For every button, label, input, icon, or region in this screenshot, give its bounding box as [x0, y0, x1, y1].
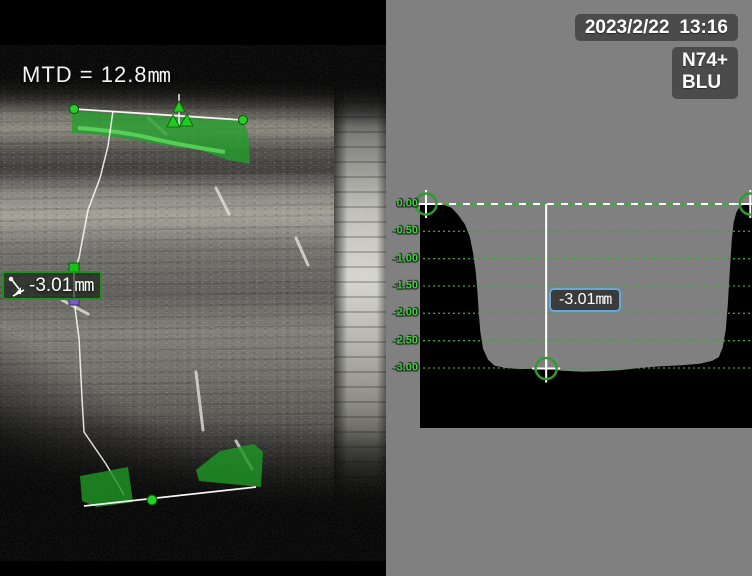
y-axis-tick-label: -2.00: [393, 307, 418, 319]
time-text: 13:16: [679, 17, 728, 38]
y-axis-tick-label: -0.50: [393, 225, 418, 237]
y-axis-tick-label: -1.00: [393, 252, 418, 264]
live-view-panel: MTD = 12.8mm -3.01mm: [0, 0, 386, 576]
scope-line1: N74+: [682, 50, 728, 72]
mtd-readout: MTD = 12.8mm: [22, 62, 170, 88]
chart-depth-unit: mm: [595, 291, 611, 308]
depth-tag-value: -3.01: [29, 275, 72, 297]
measurement-screen: MTD = 12.8mm -3.01mm -3.01mm 2023/2/2213…: [0, 0, 752, 576]
profile-chart-panel: -3.01mm 2023/2/22 13:16 N74+ BLU 0.00 -0.5…: [386, 0, 752, 576]
y-axis-tick-label: -2.50: [393, 334, 418, 346]
reference-endpoint-dot[interactable]: [239, 116, 248, 125]
scope-line2: BLU: [682, 72, 728, 94]
profile-area: [420, 204, 752, 428]
chart-depth-label[interactable]: -3.01mm: [549, 288, 621, 312]
depth-measure-icon: [7, 275, 27, 297]
reference-endpoint-dot[interactable]: [147, 495, 157, 505]
noise-texture: [0, 88, 386, 518]
mtd-unit: mm: [148, 63, 170, 87]
depth-tag-unit: mm: [74, 276, 93, 296]
timestamp-badge: 2023/2/22 13:16: [575, 14, 738, 41]
y-axis-tick-label: 0.00: [397, 198, 418, 210]
reference-endpoint-dot[interactable]: [70, 105, 79, 114]
scope-type-badge: N74+ BLU: [672, 47, 738, 99]
chart-depth-value: -3.01: [559, 291, 595, 308]
mtd-text: MTD = 12.8: [22, 62, 148, 87]
depth-value-tag[interactable]: -3.01mm: [2, 271, 102, 300]
y-axis-tick-label: -3.00: [393, 362, 418, 374]
date-text: 2023/2/22: [585, 17, 670, 38]
y-axis-tick-label: -1.50: [393, 280, 418, 292]
